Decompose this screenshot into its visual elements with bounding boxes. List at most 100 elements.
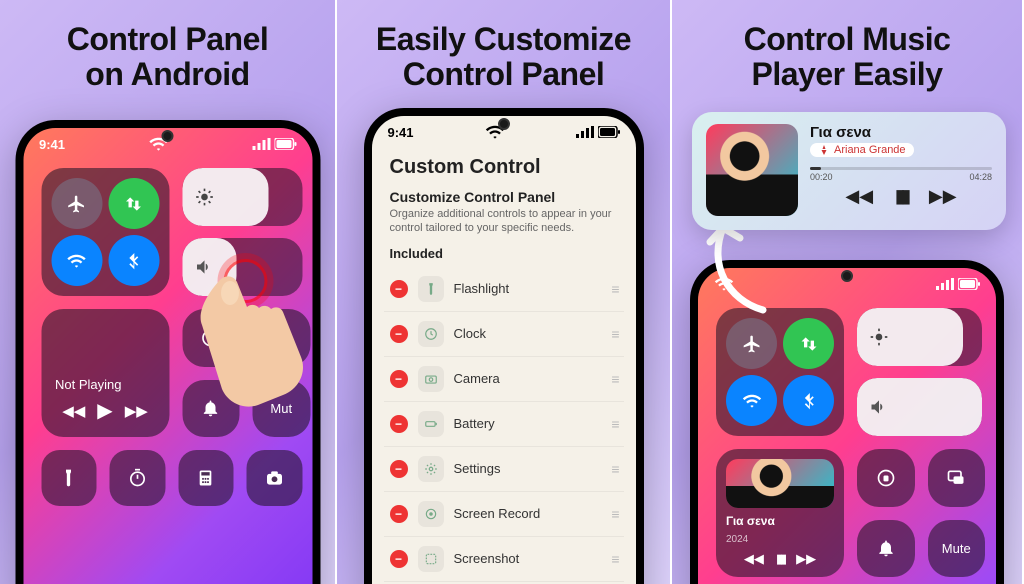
promo-panel-3: Control Music Player Easily Για σενα Ari…: [672, 0, 1022, 584]
connectivity-tile: [716, 308, 844, 436]
customize-screen: 9:41 Custom Control Customize Control Pa…: [372, 116, 636, 584]
lock-mirror-row: Mute: [857, 449, 982, 577]
headline-line-1: Easily Customize: [347, 22, 660, 57]
screen-title: Custom Control: [372, 148, 636, 185]
signal-icon: [936, 278, 954, 290]
airplane-button[interactable]: [51, 178, 102, 229]
volume-slider[interactable]: [857, 378, 982, 436]
settings-icon: [418, 456, 444, 482]
drag-handle-icon[interactable]: ≡: [611, 416, 617, 432]
next-icon[interactable]: ▶▶: [929, 186, 957, 207]
not-playing-label: Not Playing: [55, 377, 155, 392]
battery-icon: [274, 138, 296, 150]
bell-button[interactable]: [857, 520, 915, 578]
lock-mirror-row: Mut: [182, 309, 302, 437]
data-button[interactable]: [783, 318, 834, 369]
time-total: 04:28: [969, 172, 992, 182]
bell-button[interactable]: [182, 380, 240, 438]
album-art: [706, 124, 798, 216]
airplane-button[interactable]: [726, 318, 777, 369]
mini-album-art: [726, 459, 834, 508]
screen-mirror-button[interactable]: [928, 449, 986, 507]
remove-button[interactable]: −: [390, 460, 408, 478]
next-icon[interactable]: ▶▶: [796, 551, 816, 567]
remove-button[interactable]: −: [390, 550, 408, 568]
drag-handle-icon[interactable]: ≡: [611, 281, 617, 297]
next-icon[interactable]: ▶▶: [125, 402, 148, 420]
section-desc: Organize additional controls to appear i…: [372, 205, 636, 246]
mute-button[interactable]: Mut: [253, 380, 311, 438]
control-center-grid: Για σενα 2024 ◀◀ ▮▮ ▶▶: [698, 300, 996, 582]
music-tile[interactable]: Για σενα 2024 ◀◀ ▮▮ ▶▶: [716, 449, 844, 577]
section-title: Customize Control Panel: [372, 185, 636, 205]
camera-icon: [418, 366, 444, 392]
drag-handle-icon[interactable]: ≡: [611, 461, 617, 477]
mini-track-title: Για σενα: [726, 514, 834, 528]
connectivity-tile: [41, 168, 169, 296]
mute-button[interactable]: Mute: [928, 520, 986, 578]
status-time: 9:41: [39, 137, 65, 152]
list-item[interactable]: − Camera ≡: [384, 357, 624, 402]
item-label: Battery: [454, 416, 495, 431]
promo-panel-1: Control Panel on Android 9:41: [0, 0, 337, 584]
drag-handle-icon[interactable]: ≡: [611, 326, 617, 342]
calculator-button[interactable]: [178, 450, 234, 506]
screen-mirror-button[interactable]: [253, 309, 311, 367]
phone-mockup: Για σενα 2024 ◀◀ ▮▮ ▶▶: [690, 260, 1004, 584]
prev-icon[interactable]: ◀◀: [744, 551, 764, 567]
mute-label: Mut: [270, 401, 292, 416]
status-time: 9:41: [388, 125, 414, 140]
brightness-slider[interactable]: [182, 168, 302, 226]
signal-icon: [576, 126, 594, 138]
phone-mockup: 9:41: [15, 120, 320, 584]
list-item[interactable]: − Screenshot ≡: [384, 537, 624, 582]
list-item[interactable]: − Battery ≡: [384, 402, 624, 447]
brightness-slider[interactable]: [857, 308, 982, 366]
camera-button[interactable]: [247, 450, 303, 506]
timer-button[interactable]: [110, 450, 166, 506]
remove-button[interactable]: −: [390, 280, 408, 298]
tool-row: [41, 450, 302, 506]
prev-icon[interactable]: ◀◀: [62, 402, 85, 420]
volume-slider[interactable]: [182, 238, 302, 296]
mini-year: 2024: [726, 534, 834, 545]
music-tile[interactable]: Not Playing ◀◀ ▶ ▶▶: [41, 309, 169, 437]
remove-button[interactable]: −: [390, 415, 408, 433]
remove-button[interactable]: −: [390, 370, 408, 388]
remove-button[interactable]: −: [390, 505, 408, 523]
screenshot-icon: [418, 546, 444, 572]
flashlight-button[interactable]: [41, 450, 97, 506]
bluetooth-button[interactable]: [783, 375, 834, 426]
prev-icon[interactable]: ◀◀: [845, 186, 873, 207]
list-item[interactable]: − Screen Record ≡: [384, 492, 624, 537]
headline: Control Panel on Android: [0, 0, 335, 92]
data-button[interactable]: [108, 178, 159, 229]
bluetooth-button[interactable]: [108, 235, 159, 286]
music-widget[interactable]: Για σενα Ariana Grande 00:20 04:28 ◀◀ ▮▮…: [692, 112, 1006, 230]
item-label: Clock: [454, 326, 487, 341]
wifi-button[interactable]: [51, 235, 102, 286]
drag-handle-icon[interactable]: ≡: [611, 506, 617, 522]
included-list: − Flashlight ≡ − Clock ≡ − Camera ≡: [372, 267, 636, 582]
time-labels: 00:20 04:28: [810, 172, 992, 182]
progress-bar[interactable]: [810, 167, 992, 170]
wifi-button[interactable]: [726, 375, 777, 426]
pause-icon[interactable]: ▮▮: [895, 186, 907, 207]
time-elapsed: 00:20: [810, 172, 833, 182]
flashlight-icon: [418, 276, 444, 302]
list-item[interactable]: − Settings ≡: [384, 447, 624, 492]
drag-handle-icon[interactable]: ≡: [611, 551, 617, 567]
artist-badge[interactable]: Ariana Grande: [810, 143, 914, 157]
drag-handle-icon[interactable]: ≡: [611, 371, 617, 387]
headline-line-1: Control Panel: [10, 22, 325, 57]
remove-button[interactable]: −: [390, 325, 408, 343]
control-center-grid: Not Playing ◀◀ ▶ ▶▶: [23, 160, 312, 504]
headline-line-2: Control Panel: [347, 57, 660, 92]
list-item[interactable]: − Flashlight ≡: [384, 267, 624, 312]
rotation-lock-button[interactable]: [182, 309, 240, 367]
pause-icon[interactable]: ▮▮: [776, 551, 784, 567]
brightness-icon: [194, 187, 214, 207]
play-icon[interactable]: ▶: [97, 398, 112, 423]
list-item[interactable]: − Clock ≡: [384, 312, 624, 357]
rotation-lock-button[interactable]: [857, 449, 915, 507]
